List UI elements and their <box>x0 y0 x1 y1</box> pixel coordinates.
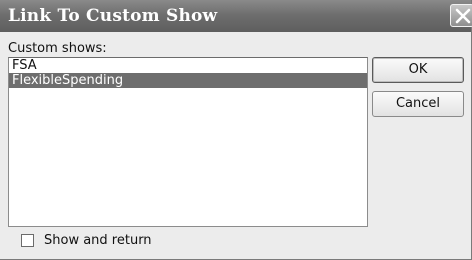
cancel-button[interactable]: Cancel <box>372 91 464 117</box>
close-x-icon <box>455 8 471 24</box>
link-to-custom-show-dialog: Link To Custom Show Custom shows: FSA Fl… <box>0 0 472 260</box>
list-item-fsa[interactable]: FSA <box>9 58 367 73</box>
custom-shows-label: Custom shows: <box>8 41 107 56</box>
show-and-return-checkbox[interactable] <box>21 234 34 247</box>
list-item-flexiblespending[interactable]: FlexibleSpending <box>9 73 367 88</box>
show-and-return-label: Show and return <box>44 233 152 248</box>
ok-button[interactable]: OK <box>372 57 464 83</box>
custom-shows-listbox[interactable]: FSA FlexibleSpending <box>8 57 368 227</box>
title-bar[interactable]: Link To Custom Show <box>0 0 472 32</box>
dialog-title: Link To Custom Show <box>8 6 218 26</box>
close-button[interactable] <box>450 4 472 27</box>
